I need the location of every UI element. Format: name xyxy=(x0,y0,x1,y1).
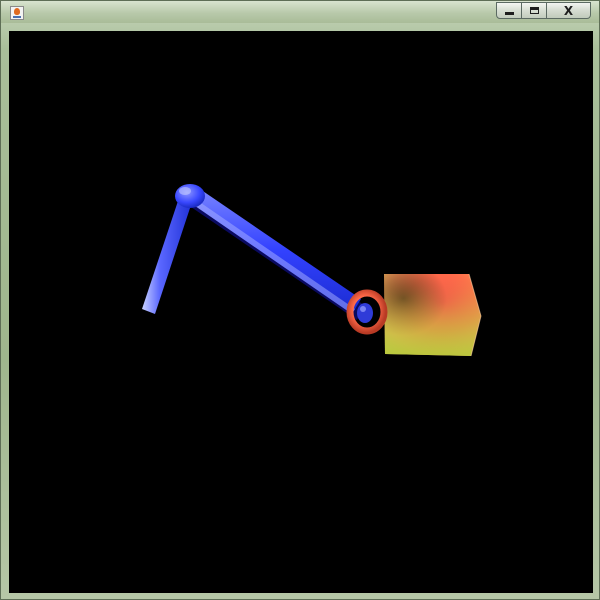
shoulder-joint xyxy=(175,184,205,208)
close-button[interactable]: X xyxy=(547,2,591,19)
minimize-icon xyxy=(504,12,514,15)
render-canvas[interactable] xyxy=(9,31,593,593)
java-app-icon[interactable] xyxy=(10,6,24,20)
app-window: X xyxy=(0,0,600,600)
arm-segment-lower xyxy=(142,195,193,314)
title-bar[interactable]: X xyxy=(1,1,599,23)
cube-object xyxy=(384,273,482,357)
minimize-button[interactable] xyxy=(496,2,522,19)
close-icon: X xyxy=(563,3,574,18)
maximize-button[interactable] xyxy=(522,2,547,19)
window-controls: X xyxy=(496,2,591,20)
scene-3d xyxy=(142,184,482,357)
arm-segment-upper xyxy=(185,185,364,320)
maximize-icon xyxy=(529,7,539,14)
